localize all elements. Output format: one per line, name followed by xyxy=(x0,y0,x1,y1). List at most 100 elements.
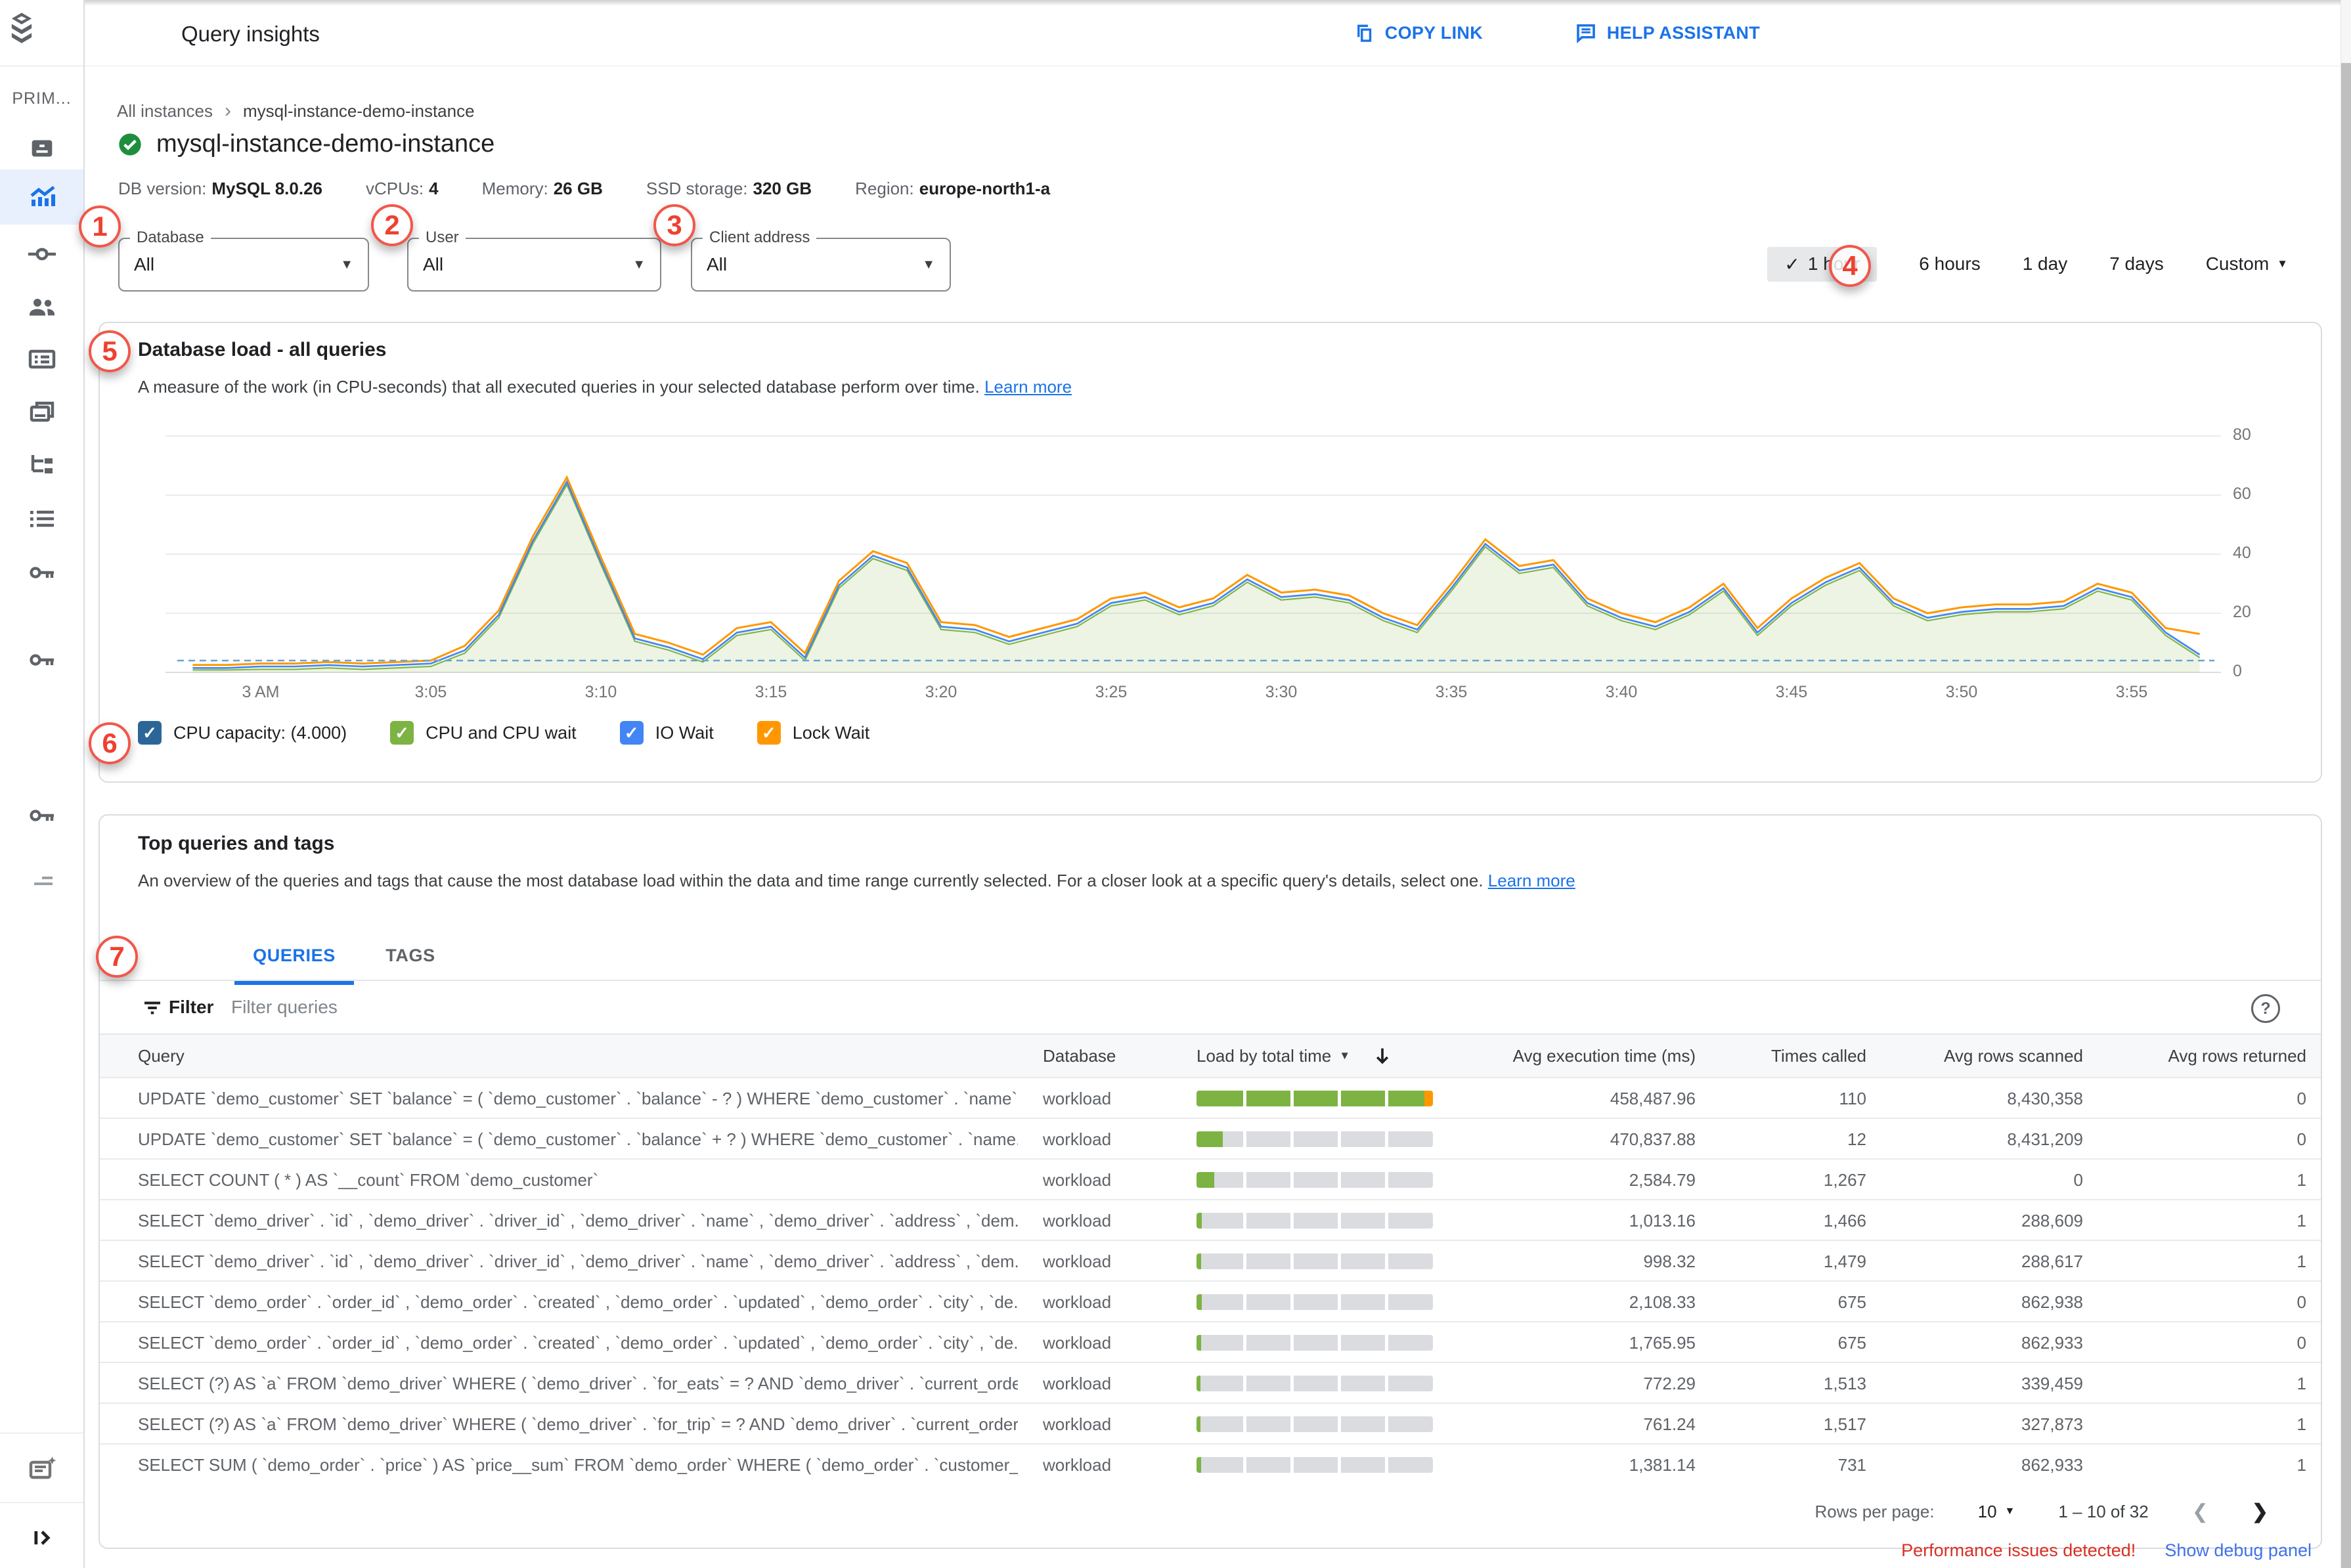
check-icon: ✓ xyxy=(1784,253,1800,274)
avg-rows-scanned: 288,609 xyxy=(2021,1210,2083,1230)
time-range-7-days[interactable]: 7 days xyxy=(2109,253,2164,274)
instance-header: mysql-instance-demo-instance xyxy=(117,130,494,158)
chevron-down-icon: ▼ xyxy=(2004,1506,2015,1517)
show-debug-panel-link[interactable]: Show debug panel xyxy=(2164,1540,2312,1561)
query-text: SELECT `demo_driver` . `id` , `demo_driv… xyxy=(138,1210,1018,1230)
avg-exec-time: 1,381.14 xyxy=(1629,1454,1696,1475)
connections-icon xyxy=(26,238,58,270)
replicas-icon xyxy=(26,449,58,481)
top-queries-title: Top queries and tags xyxy=(138,833,335,854)
time-range-1-day[interactable]: 1 day xyxy=(2023,253,2068,274)
y-axis-tick: 80 xyxy=(2233,425,2251,444)
query-table-row[interactable]: SELECT (?) AS `a` FROM `demo_driver` WHE… xyxy=(100,1362,2321,1404)
query-table-row[interactable]: UPDATE `demo_customer` SET `balance` = (… xyxy=(100,1077,2321,1119)
sidebar-item-operations[interactable] xyxy=(0,491,83,546)
sidebar-item-connections[interactable] xyxy=(0,227,83,282)
column-header-times-called: Times called xyxy=(1771,1045,1866,1066)
query-table-row[interactable]: SELECT SUM ( `demo_order` . `price` ) AS… xyxy=(100,1443,2321,1485)
query-table-row[interactable]: SELECT `demo_driver` . `id` , `demo_driv… xyxy=(100,1240,2321,1282)
sidebar-item-misc-lines[interactable] xyxy=(0,854,83,909)
times-called: 1,513 xyxy=(1823,1373,1866,1393)
filter-select-user[interactable]: User All ▼ xyxy=(407,229,661,292)
chart-title: Database load - all queries xyxy=(138,339,387,360)
x-axis-tick: 3:20 xyxy=(925,683,957,701)
legend-checkbox-io-wait[interactable]: ✓ IO Wait xyxy=(619,721,714,745)
cloud-sql-logo-icon[interactable] xyxy=(0,9,83,53)
instance-stat: vCPUs: 4 xyxy=(366,179,439,198)
page-scrollbar[interactable] xyxy=(2340,0,2351,1568)
scrollbar-thumb[interactable] xyxy=(2341,63,2351,1568)
sidebar-item-replicas[interactable] xyxy=(0,437,83,492)
filter-queries-input[interactable]: Filter queries xyxy=(231,981,338,1034)
sidebar-item-backups[interactable] xyxy=(0,385,83,440)
database-name: workload xyxy=(1043,1454,1112,1475)
sidebar-item-query-insights[interactable] xyxy=(0,169,83,225)
sidebar-item-users[interactable] xyxy=(0,279,83,334)
prev-page-button[interactable]: ❮ xyxy=(2192,1500,2208,1523)
time-range-6-hours[interactable]: 6 hours xyxy=(1919,253,1980,274)
load-bar xyxy=(1197,1457,1433,1473)
filter-select-database[interactable]: Database All ▼ xyxy=(118,229,369,292)
sidebar-item-release-notes[interactable] xyxy=(0,1442,83,1497)
query-table-row[interactable]: SELECT `demo_order` . `order_id` , `demo… xyxy=(100,1280,2321,1322)
sidebar-item-system-keys[interactable] xyxy=(0,788,83,843)
legend-checkbox-cpu-and-cpu-wait[interactable]: ✓ CPU and CPU wait xyxy=(390,721,577,745)
avg-rows-scanned: 288,617 xyxy=(2021,1251,2083,1271)
filter-select-client-address[interactable]: Client address All ▼ xyxy=(691,229,951,292)
avg-rows-returned: 1 xyxy=(2296,1414,2306,1434)
annotation-circle-2: 2 xyxy=(371,204,413,246)
key-icon xyxy=(26,644,58,676)
load-bar xyxy=(1197,1131,1433,1147)
query-table-row[interactable]: SELECT (?) AS `a` FROM `demo_driver` WHE… xyxy=(100,1403,2321,1445)
query-table-row[interactable]: SELECT `demo_order` . `order_id` , `demo… xyxy=(100,1321,2321,1363)
avg-rows-scanned: 0 xyxy=(2073,1169,2083,1190)
help-icon[interactable]: ? xyxy=(2251,994,2280,1023)
tab-queries[interactable]: QUERIES xyxy=(234,930,354,985)
chart-description: A measure of the work (in CPU-seconds) t… xyxy=(138,377,1072,397)
top-queries-card: Top queries and tags An overview of the … xyxy=(99,814,2322,1549)
x-axis-tick: 3:15 xyxy=(755,683,787,701)
sidebar-item-overview[interactable] xyxy=(0,121,83,176)
load-bar xyxy=(1197,1294,1433,1310)
databases-icon xyxy=(26,343,58,375)
collapse-panel-button[interactable] xyxy=(0,1510,83,1565)
query-filter-bar[interactable]: Filter Filter queries ? xyxy=(100,981,2321,1034)
query-table-row[interactable]: SELECT `demo_driver` . `id` , `demo_driv… xyxy=(100,1199,2321,1241)
tab-tags[interactable]: TAGS xyxy=(368,930,453,981)
query-table-row[interactable]: SELECT COUNT ( * ) AS `__count` FROM `de… xyxy=(100,1158,2321,1200)
breadcrumb-separator: › xyxy=(224,100,231,121)
load-bar xyxy=(1197,1091,1433,1106)
avg-rows-returned: 0 xyxy=(2296,1332,2306,1353)
sidebar-item-ssl-keys[interactable] xyxy=(0,545,83,600)
avg-rows-scanned: 327,873 xyxy=(2021,1414,2083,1434)
annotation-circle-4: 4 xyxy=(1829,245,1871,287)
queries-table-header: Query Database Load by total time ▼ Avg … xyxy=(100,1035,2321,1077)
filter-list-icon xyxy=(141,996,164,1020)
sidebar-item-integrations[interactable] xyxy=(0,632,83,687)
legend-checkbox-cpu-capacity-4-000-[interactable]: ✓ CPU capacity: (4.000) xyxy=(138,721,347,745)
avg-exec-time: 470,837.88 xyxy=(1610,1129,1696,1149)
load-bar xyxy=(1197,1213,1433,1229)
column-dropdown-icon: ▼ xyxy=(1339,1049,1351,1062)
x-axis-tick: 3:10 xyxy=(584,683,617,701)
query-table-row[interactable]: UPDATE `demo_customer` SET `balance` = (… xyxy=(100,1118,2321,1160)
sidebar-divider xyxy=(0,1502,83,1503)
annotation-circle-6: 6 xyxy=(89,722,131,764)
times-called: 675 xyxy=(1837,1332,1866,1353)
query-text: SELECT (?) AS `a` FROM `demo_driver` WHE… xyxy=(138,1373,1018,1393)
legend-checkbox-lock-wait[interactable]: ✓ Lock Wait xyxy=(757,721,869,745)
avg-exec-time: 2,108.33 xyxy=(1629,1292,1696,1312)
select-value: All xyxy=(134,254,155,274)
top-queries-description: An overview of the queries and tags that… xyxy=(138,871,1575,890)
chart-learn-more-link[interactable]: Learn more xyxy=(984,377,1072,397)
top-queries-learn-more-link[interactable]: Learn more xyxy=(1488,871,1575,890)
next-page-button[interactable]: ❯ xyxy=(2252,1500,2268,1523)
avg-rows-scanned: 862,938 xyxy=(2021,1292,2083,1312)
sidebar-item-databases[interactable] xyxy=(0,332,83,387)
rows-per-page-select[interactable]: 10 ▼ xyxy=(1978,1502,2015,1522)
help-assistant-button[interactable]: HELP ASSISTANT xyxy=(1574,0,1760,66)
collapse-panel-icon xyxy=(28,1523,56,1552)
time-range-custom[interactable]: Custom ▼ xyxy=(2206,253,2288,274)
breadcrumb-all-instances[interactable]: All instances xyxy=(117,101,213,121)
copy-link-button[interactable]: COPY LINK xyxy=(1353,0,1483,66)
